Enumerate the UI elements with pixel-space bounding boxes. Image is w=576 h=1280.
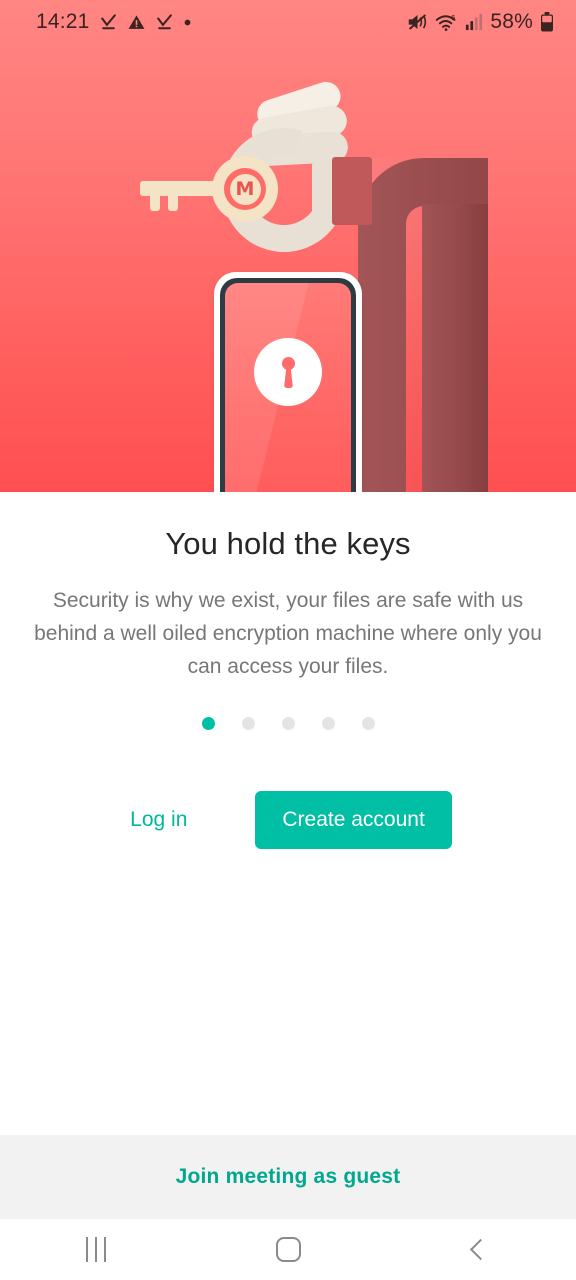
sleeve-cuff [332,157,372,225]
page-description: Security is why we exist, your files are… [34,589,542,678]
robot-arm [358,158,488,492]
status-bar-left: 14:21 [36,10,192,34]
onboarding-illustration: 14:21 6 58% M [0,0,576,492]
mega-key-icon: M [140,156,278,222]
page-dot-3[interactable] [281,717,295,730]
app-screen: 14:21 6 58% M You hold the keys Security… [0,0,576,1280]
status-bar: 14:21 6 58% [0,0,576,44]
download-complete-icon [156,13,172,29]
home-icon [275,1237,301,1262]
download-complete-icon [100,13,116,29]
page-title: You hold the keys [165,526,411,561]
key-head: M [212,156,278,222]
mute-icon [409,14,427,30]
page-dot-5[interactable] [361,717,375,730]
warning-triangle-icon [128,14,144,29]
nav-home-button[interactable] [192,1219,384,1280]
nav-back-button[interactable] [384,1219,576,1280]
wifi-6-icon: 6 [436,13,456,31]
nav-recents-button[interactable] [0,1219,192,1280]
battery-percent-label: 58% [490,10,533,33]
recents-icon [86,1237,106,1262]
page-dot-4[interactable] [321,717,335,730]
chevron-left-icon [469,1238,491,1261]
android-navigation-bar [0,1219,576,1280]
status-bar-right: 6 58% [407,10,554,34]
page-dot-2[interactable] [241,717,255,730]
log-in-button[interactable]: Log in [124,798,193,842]
join-meeting-as-guest-button[interactable]: Join meeting as guest [176,1165,401,1189]
keyhole-badge [254,338,322,406]
auth-actions: Log in Create account [0,791,576,849]
dot-indicator-icon [184,19,190,25]
onboarding-content: You hold the keys Security is why we exi… [0,492,576,1135]
key-tooth [150,193,160,211]
create-account-button[interactable]: Create account [255,791,452,849]
page-dot-1[interactable] [201,717,215,730]
status-bar-clock: 14:21 [36,10,90,33]
svg-text:6: 6 [451,13,456,22]
arm-shaft [422,204,488,492]
battery-icon [541,12,553,32]
phone-graphic [214,272,362,492]
mega-logo-ring: M [224,168,266,210]
key-tooth [168,193,178,211]
signal-bars-icon [466,13,483,31]
mega-logo-letter: M [229,173,261,205]
guest-meeting-bar: Join meeting as guest [0,1135,576,1219]
phone-screen [225,283,351,492]
page-indicator [0,717,576,730]
